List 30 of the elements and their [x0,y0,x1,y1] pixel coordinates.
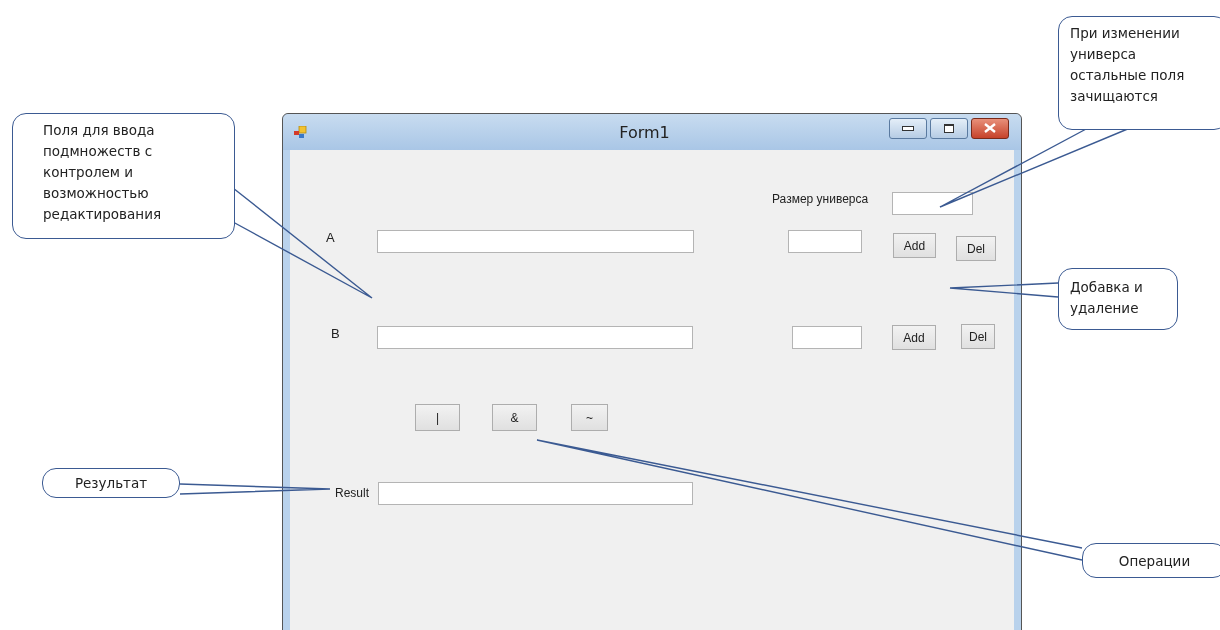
delete-button[interactable]: Del [961,324,995,349]
universe-input[interactable] [892,192,973,215]
add-button[interactable]: Add [892,325,936,350]
minimize-button[interactable] [889,117,927,139]
set-label: A [326,230,335,245]
set-label: B [331,326,340,341]
operation-button[interactable]: ~ [571,404,608,431]
set-input[interactable] [377,326,693,349]
callout: Результат [42,468,180,498]
add-button[interactable]: Add [893,233,936,258]
delete-button[interactable]: Del [956,236,996,261]
maximize-icon [944,123,954,133]
callout: Добавка и удаление [1058,268,1178,330]
operation-button[interactable]: | [415,404,460,431]
minimize-icon [902,125,914,131]
callout: Операции [1082,543,1220,578]
result-input[interactable] [378,482,693,505]
operation-button[interactable]: & [492,404,537,431]
callout: Поля для ввода подмножеств с контролем и возможностью редактирования [12,113,235,239]
close-button[interactable] [971,117,1009,139]
result-label: Result [335,486,369,500]
app-icon [294,125,307,139]
maximize-button[interactable] [930,117,968,139]
close-icon [984,123,996,133]
window-title: Form1 [618,122,671,142]
callout: При изменении универса остальные поля зачищаются [1058,16,1220,130]
element-input[interactable] [792,326,862,349]
set-input[interactable] [377,230,694,253]
universe-label: Размер универса [772,192,869,206]
element-input[interactable] [788,230,862,253]
